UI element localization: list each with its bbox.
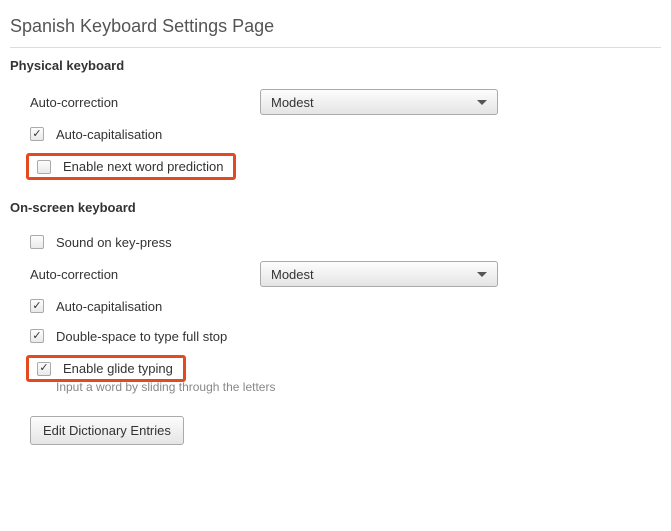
physical-auto-correction-value: Modest xyxy=(271,95,314,110)
onscreen-double-space-label: Double-space to type full stop xyxy=(56,329,227,344)
page-title: Spanish Keyboard Settings Page xyxy=(10,10,661,47)
onscreen-auto-capitalisation-row: Auto-capitalisation xyxy=(10,293,661,319)
onscreen-double-space-checkbox[interactable] xyxy=(30,329,44,343)
physical-next-word-checkbox[interactable] xyxy=(37,160,51,174)
chevron-down-icon xyxy=(477,272,487,277)
physical-auto-capitalisation-label: Auto-capitalisation xyxy=(56,127,162,142)
onscreen-auto-correction-row: Auto-correction Modest xyxy=(10,259,661,289)
onscreen-auto-correction-label: Auto-correction xyxy=(30,267,260,282)
onscreen-glide-highlight: Enable glide typing xyxy=(26,355,186,382)
onscreen-double-space-row: Double-space to type full stop xyxy=(10,323,661,349)
physical-next-word-label: Enable next word prediction xyxy=(63,159,223,174)
edit-dictionary-button[interactable]: Edit Dictionary Entries xyxy=(30,416,184,445)
onscreen-sound-label: Sound on key-press xyxy=(56,235,172,250)
physical-keyboard-section: Physical keyboard Auto-correction Modest… xyxy=(10,58,661,180)
onscreen-glide-label: Enable glide typing xyxy=(63,361,173,376)
onscreen-section-title: On-screen keyboard xyxy=(10,200,661,215)
onscreen-glide-hint: Input a word by sliding through the lett… xyxy=(10,380,661,394)
onscreen-glide-checkbox[interactable] xyxy=(37,362,51,376)
onscreen-keyboard-section: On-screen keyboard Sound on key-press Au… xyxy=(10,200,661,445)
chevron-down-icon xyxy=(477,100,487,105)
physical-auto-correction-row: Auto-correction Modest xyxy=(10,87,661,117)
physical-auto-correction-label: Auto-correction xyxy=(30,95,260,110)
onscreen-auto-correction-select[interactable]: Modest xyxy=(260,261,498,287)
physical-section-title: Physical keyboard xyxy=(10,58,661,73)
physical-next-word-highlight: Enable next word prediction xyxy=(26,153,236,180)
onscreen-sound-row: Sound on key-press xyxy=(10,229,661,255)
physical-auto-correction-select[interactable]: Modest xyxy=(260,89,498,115)
physical-auto-capitalisation-checkbox[interactable] xyxy=(30,127,44,141)
onscreen-sound-checkbox[interactable] xyxy=(30,235,44,249)
divider xyxy=(10,47,661,48)
onscreen-auto-capitalisation-checkbox[interactable] xyxy=(30,299,44,313)
physical-auto-capitalisation-row: Auto-capitalisation xyxy=(10,121,661,147)
onscreen-auto-correction-value: Modest xyxy=(271,267,314,282)
onscreen-auto-capitalisation-label: Auto-capitalisation xyxy=(56,299,162,314)
